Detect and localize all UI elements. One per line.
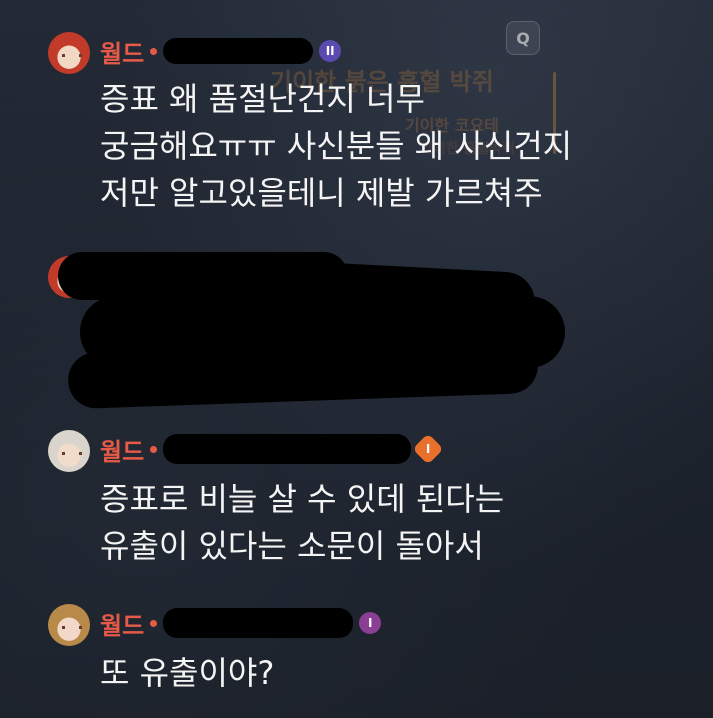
message-line: 증표 왜 품절난건지 너무 [100, 80, 425, 118]
chat-message: 월드 I 또 유출이야? [48, 604, 668, 704]
redacted-name [163, 38, 314, 64]
rank-badge-icon: I [412, 433, 444, 465]
chat-message: 월드 I 증표로 비늘 살 수 있데 된다는 유출이 있다는 소문이 돌아서 [48, 430, 668, 580]
message-body: 또 유출이야? [100, 650, 274, 697]
sender-name[interactable]: 월드 [100, 432, 144, 467]
message-line: 증표로 비늘 살 수 있데 된다는 [100, 480, 505, 518]
rank-badge-label: II [325, 44, 335, 58]
avatar[interactable] [48, 430, 90, 472]
online-dot [150, 619, 158, 627]
sender-name[interactable]: 월드 [100, 34, 144, 69]
message-header: 월드 I [100, 432, 444, 467]
message-line: 또 유출이야? [100, 654, 275, 692]
chat-message: 월드 II 증표 왜 품절난건지 너무 궁금해요ㅠㅠ 사신분들 왜 사신건지 저… [48, 32, 668, 222]
rank-badge-icon: I [359, 612, 382, 634]
online-dot [150, 47, 158, 55]
avatar[interactable] [48, 604, 90, 646]
sender-name[interactable]: 월드 [100, 606, 144, 641]
rank-badge-icon: II [319, 40, 342, 62]
rank-badge-label: I [367, 616, 373, 630]
message-header: 월드 I [100, 606, 382, 641]
redacted-name [163, 608, 354, 638]
message-body: 증표로 비늘 살 수 있데 된다는 유출이 있다는 소문이 돌아서 [100, 476, 504, 570]
message-line: 궁금해요ㅠㅠ 사신분들 왜 사신건지 [100, 127, 573, 165]
rank-badge-label: I [425, 442, 431, 456]
avatar[interactable] [48, 32, 90, 74]
message-header: 월드 II [100, 34, 342, 69]
online-dot [150, 445, 158, 453]
message-line: 유출이 있다는 소문이 돌아서 [100, 527, 484, 565]
message-line: 저만 알고있을테니 제발 가르쳐주 [100, 174, 543, 212]
message-body: 증표 왜 품절난건지 너무 궁금해요ㅠㅠ 사신분들 왜 사신건지 저만 알고있을… [100, 76, 572, 217]
redacted-name [163, 434, 412, 464]
